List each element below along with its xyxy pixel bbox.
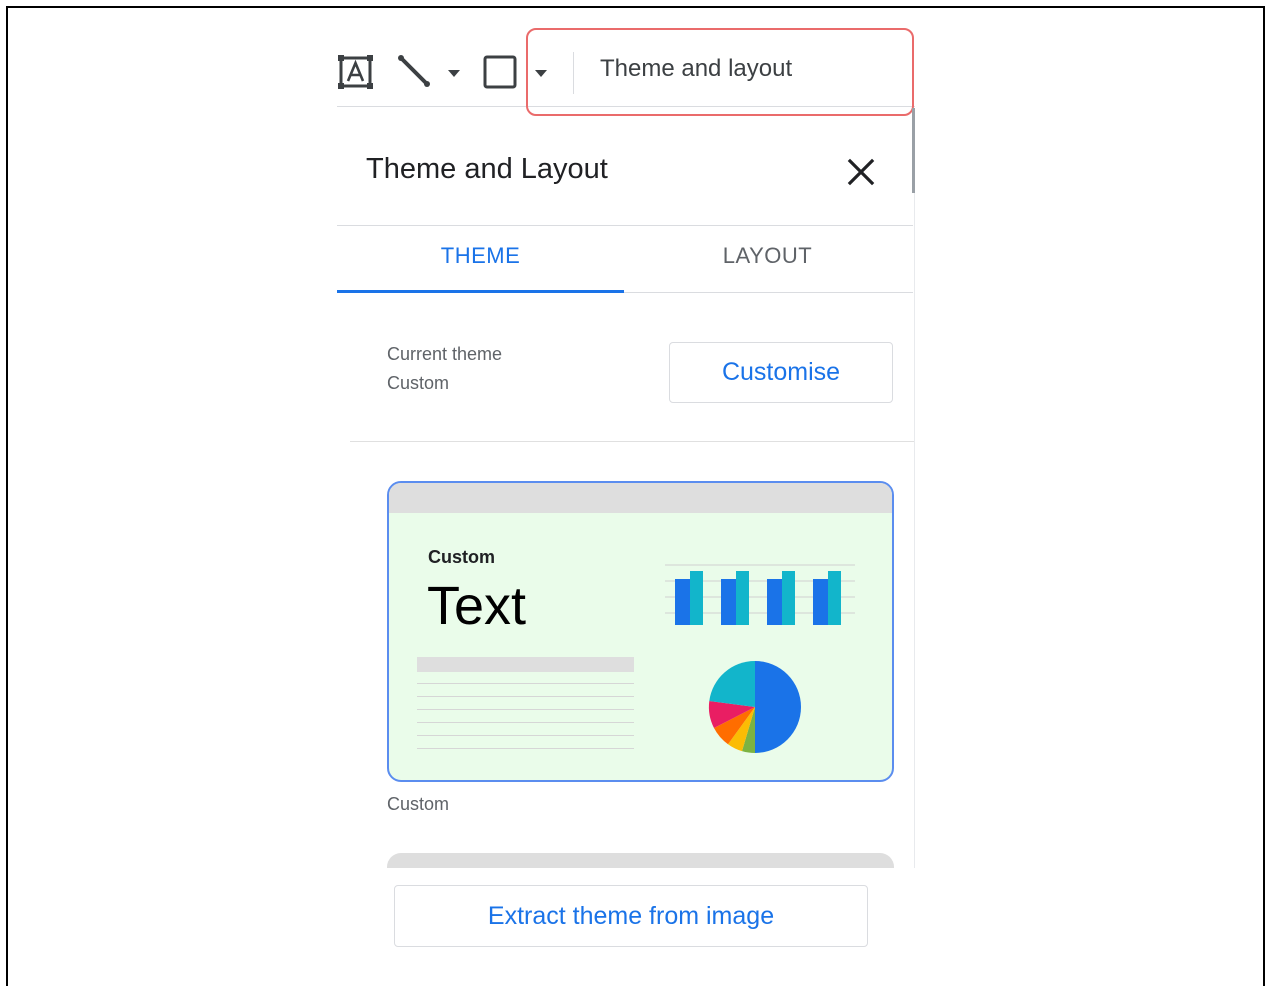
theme-card-caption: Custom (387, 794, 450, 814)
card-placeholder-bar (417, 657, 634, 672)
tab-theme[interactable]: THEME (337, 243, 624, 269)
theme-card-next[interactable] (387, 853, 894, 868)
divider (337, 225, 913, 226)
card-placeholder-line (417, 722, 634, 723)
customise-button[interactable]: Customise (669, 342, 893, 403)
text-box-icon[interactable] (337, 54, 375, 95)
card-placeholder-line (417, 735, 634, 736)
current-theme-value: Custom (387, 373, 450, 393)
current-theme-label: Current theme (387, 344, 503, 364)
scrollbar[interactable] (912, 108, 915, 193)
tab-layout[interactable]: LAYOUT (624, 243, 911, 269)
card-sample-text: Text (427, 576, 527, 636)
card-placeholder-line (417, 748, 634, 749)
card-placeholder-line (417, 696, 634, 697)
dropdown-arrow-icon[interactable] (447, 66, 461, 84)
panel-title: Theme and Layout (366, 153, 608, 185)
line-icon[interactable] (395, 52, 435, 97)
bar-chart-icon (665, 555, 855, 632)
divider (350, 441, 915, 442)
tab-selected-indicator (337, 290, 624, 293)
shape-rectangle-icon[interactable] (482, 54, 518, 95)
panel-border (914, 193, 915, 868)
highlight-annotation (526, 28, 914, 116)
theme-card-custom[interactable]: Custom Text (387, 481, 894, 782)
close-icon[interactable] (845, 156, 877, 188)
pie-chart-icon (707, 659, 803, 760)
card-header-strip (389, 483, 892, 513)
card-placeholder-line (417, 709, 634, 710)
card-theme-name: Custom (428, 547, 495, 567)
theme-layout-panel: Theme and Layout THEME LAYOUT Current th… (337, 108, 915, 868)
card-placeholder-line (417, 683, 634, 684)
extract-theme-button[interactable]: Extract theme from image (394, 885, 868, 947)
